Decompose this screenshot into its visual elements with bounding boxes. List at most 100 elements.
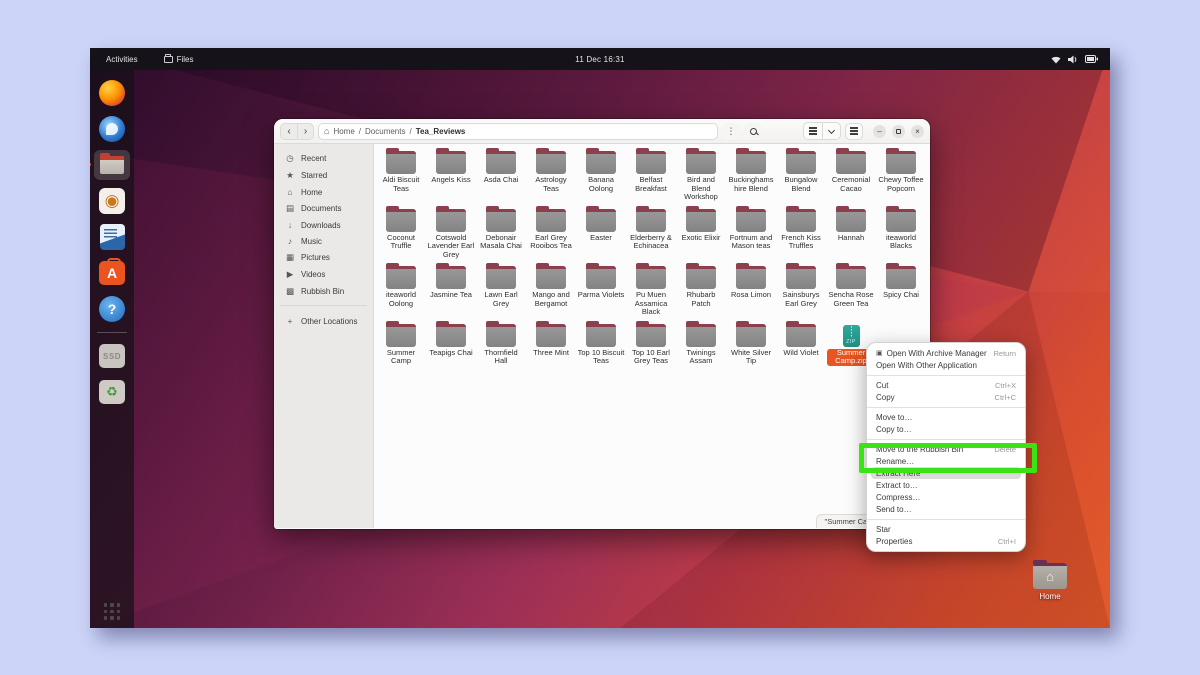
menu-item-star[interactable]: Star <box>867 523 1025 535</box>
path-options-button[interactable]: ⋮ <box>722 123 740 140</box>
system-status-area[interactable] <box>1051 55 1110 64</box>
menu-item-extract-to[interactable]: Extract to… <box>867 479 1025 491</box>
close-button[interactable]: × <box>911 125 924 138</box>
sidebar-item-starred[interactable]: ★ Starred <box>277 167 370 184</box>
file-item[interactable]: Top 10 Biscuit Teas <box>576 324 626 366</box>
dock-item-separator[interactable] <box>97 332 127 333</box>
menu-item-copy[interactable]: Copy Ctrl+C <box>867 391 1025 403</box>
view-options-dropdown[interactable] <box>822 123 840 139</box>
file-item[interactable]: Banana Oolong <box>576 151 626 202</box>
menu-item-separator[interactable] <box>867 375 1025 376</box>
sidebar-item-documents[interactable]: ▤ Documents <box>277 200 370 217</box>
menu-item-copy-to[interactable]: Copy to… <box>867 423 1025 435</box>
file-item[interactable]: Elderberry & Echinacea <box>626 209 676 260</box>
focused-app-menu[interactable]: Files <box>164 55 194 64</box>
forward-button[interactable]: › <box>297 124 313 139</box>
file-item[interactable]: Aldi Biscuit Teas <box>376 151 426 202</box>
file-item[interactable]: Three Mint <box>526 324 576 366</box>
sidebar-item-rubbish-bin[interactable]: ▩ Rubbish Bin <box>277 283 370 300</box>
menu-item-separator[interactable] <box>867 519 1025 520</box>
file-item[interactable]: Sencha Rose Green Tea <box>826 266 876 317</box>
dock-icon-trash: ♻ <box>99 380 125 404</box>
file-item[interactable]: Pu Muen Assamica Black <box>626 266 676 317</box>
file-item[interactable]: Jasmine Tea <box>426 266 476 317</box>
file-item[interactable]: Sainsburys Earl Grey <box>776 266 826 317</box>
file-item[interactable]: Debonair Masala Chai <box>476 209 526 260</box>
sidebar-item-home[interactable]: ⌂ Home <box>277 184 370 200</box>
file-item[interactable]: Exotic Elixir <box>676 209 726 260</box>
file-item[interactable]: Mango and Bergamot <box>526 266 576 317</box>
menu-item-extract-here[interactable]: Extract Here <box>871 467 1021 479</box>
sidebar-item-downloads[interactable]: ↓ Downloads <box>277 217 370 233</box>
file-item[interactable]: Belfast Breakfast <box>626 151 676 202</box>
dock-item-firefox[interactable] <box>94 78 130 108</box>
sidebar-item-music[interactable]: ♪ Music <box>277 233 370 249</box>
file-item[interactable]: Spicy Chai <box>876 266 926 317</box>
maximize-button[interactable] <box>892 125 905 138</box>
main-menu-button[interactable] <box>845 123 863 140</box>
menu-item-send-to[interactable]: Send to… <box>867 503 1025 515</box>
file-item[interactable]: Hannah <box>826 209 876 260</box>
breadcrumb-current-folder[interactable]: Tea_Reviews <box>416 127 466 136</box>
menu-item-cut[interactable]: Cut Ctrl+X <box>867 379 1025 391</box>
file-item[interactable]: French Kiss Truffles <box>776 209 826 260</box>
file-item[interactable]: Lawn Earl Grey <box>476 266 526 317</box>
file-item[interactable]: Twinings Assam <box>676 324 726 366</box>
dock-item-help[interactable]: ? <box>94 294 130 324</box>
menu-item-separator[interactable] <box>867 407 1025 408</box>
menu-item-rename[interactable]: Rename… <box>867 455 1025 467</box>
search-button[interactable] <box>744 123 762 140</box>
file-item[interactable]: iteaworld Blacks <box>876 209 926 260</box>
dock-item-app-center[interactable]: A <box>94 258 130 288</box>
file-item[interactable]: Ceremonial Cacao <box>826 151 876 202</box>
file-item[interactable]: Parma Violets <box>576 266 626 317</box>
sidebar-item-pictures[interactable]: ▦ Pictures <box>277 249 370 266</box>
file-item[interactable]: Easter <box>576 209 626 260</box>
file-item[interactable]: Bungalow Blend <box>776 151 826 202</box>
file-item[interactable]: Astrology Teas <box>526 151 576 202</box>
menu-item-properties[interactable]: Properties Ctrl+I <box>867 535 1025 547</box>
sidebar-item-other-locations[interactable]: + Other Locations <box>277 313 370 329</box>
file-item[interactable]: Coconut Truffle <box>376 209 426 260</box>
file-item[interactable]: Earl Grey Rooibos Tea <box>526 209 576 260</box>
file-item[interactable]: White Silver Tip <box>726 324 776 366</box>
dock-item-ssd-drive[interactable]: SSD <box>94 341 130 371</box>
file-item[interactable]: Wild Violet <box>776 324 826 366</box>
file-item[interactable]: Cotswold Lavender Earl Grey <box>426 209 476 260</box>
menu-item-separator[interactable] <box>867 439 1025 440</box>
menu-item-move-to[interactable]: Move to… <box>867 411 1025 423</box>
file-item[interactable]: Chewy Toffee Popcorn <box>876 151 926 202</box>
dock-item-trash[interactable]: ♻ <box>94 377 130 407</box>
file-item[interactable]: Summer Camp <box>376 324 426 366</box>
file-item[interactable]: Rhubarb Patch <box>676 266 726 317</box>
clock[interactable]: 11 Dec 16:31 <box>575 55 624 64</box>
file-item[interactable]: Rosa Limon <box>726 266 776 317</box>
dock-item-thunderbird[interactable] <box>94 114 130 144</box>
breadcrumb-home[interactable]: Home <box>333 127 354 136</box>
file-item[interactable]: Fortnum and Mason teas <box>726 209 776 260</box>
sidebar-item-recent[interactable]: ◷ Recent <box>277 150 370 167</box>
sidebar-item-videos[interactable]: ▶ Videos <box>277 266 370 283</box>
breadcrumb[interactable]: ⌂ Home / Documents / Tea_Reviews <box>318 123 718 140</box>
dock-item-rhythmbox[interactable]: ◉ <box>94 186 130 216</box>
back-button[interactable]: ‹ <box>281 124 297 139</box>
menu-item-move-to-rubbish-bin[interactable]: Move to the Rubbish Bin Delete <box>867 443 1025 455</box>
file-item[interactable]: Bird and Blend Workshop <box>676 151 726 202</box>
dock-item-files[interactable] <box>94 150 130 180</box>
file-item[interactable]: Buckinghamshire Blend <box>726 151 776 202</box>
activities-button[interactable]: Activities <box>106 55 138 64</box>
file-item[interactable]: Thornfield Hall <box>476 324 526 366</box>
menu-item-open-with-other-application[interactable]: Open With Other Application <box>867 359 1025 371</box>
desktop-home-shortcut[interactable]: ⌂ Home <box>1024 563 1076 601</box>
dock-item-libreoffice-writer[interactable] <box>94 222 130 252</box>
list-view-button[interactable] <box>804 123 822 139</box>
minimize-button[interactable]: – <box>873 125 886 138</box>
file-item[interactable]: Teapigs Chai <box>426 324 476 366</box>
menu-item-open-with-archive-manager[interactable]: ▣ Open With Archive Manager Return <box>867 347 1025 359</box>
file-item[interactable]: Top 10 Earl Grey Teas <box>626 324 676 366</box>
file-item[interactable]: Angels Kiss <box>426 151 476 202</box>
file-item[interactable]: Asda Chai <box>476 151 526 202</box>
menu-item-compress[interactable]: Compress… <box>867 491 1025 503</box>
breadcrumb-documents[interactable]: Documents <box>365 127 405 136</box>
file-item[interactable]: iteaworld Oolong <box>376 266 426 317</box>
